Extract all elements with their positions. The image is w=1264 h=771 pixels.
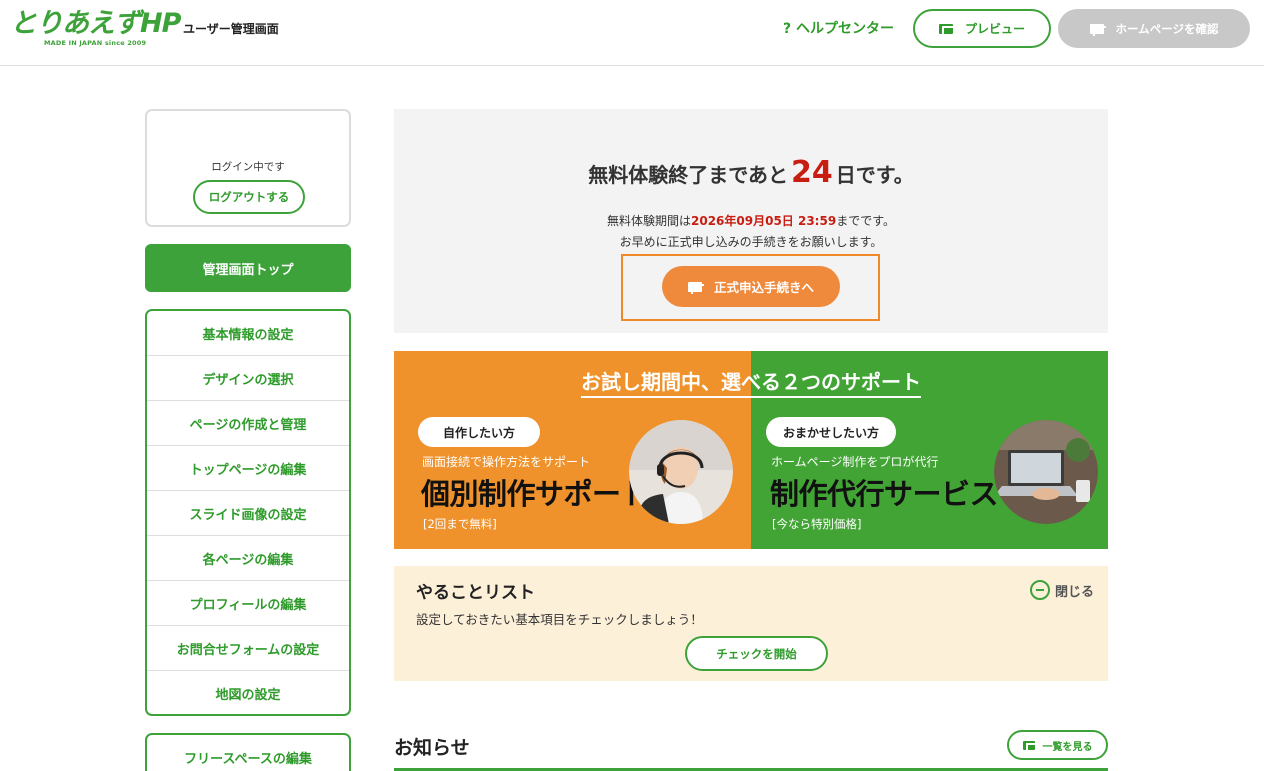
start-check-button[interactable]: チェックを開始	[685, 636, 828, 671]
support-delegate-pill: おまかせしたい方	[766, 417, 896, 447]
site-logo[interactable]: とりあえずHP MADE IN JAPAN since 2009	[10, 8, 181, 52]
trial-title-prefix: 無料体験終了まであと	[588, 163, 789, 187]
support-self-note: [2回まで無料]	[423, 517, 497, 531]
top-header: とりあえずHP MADE IN JAPAN since 2009 ユーザー管理画…	[0, 0, 1264, 66]
trial-countdown: 無料体験終了まであと 24 日です。	[394, 155, 1108, 190]
window-icon	[687, 281, 704, 294]
news-title: お知らせ	[394, 737, 470, 759]
trial-days-left: 24	[791, 155, 833, 190]
trial-notice: 無料体験終了まであと 24 日です。 無料体験期間は2026年09月05日 23:5…	[394, 109, 1108, 333]
todo-description: 設定しておきたい基本項目をチェックしましょう！	[416, 612, 703, 627]
support-delegate-name: 制作代行サービス	[770, 477, 999, 511]
sidebar-item-each-page[interactable]: 各ページの編集	[147, 536, 349, 581]
todo-title: やることリスト	[416, 583, 535, 603]
minus-circle-icon	[1030, 580, 1050, 600]
view-homepage-button[interactable]: ホームページを確認	[1058, 9, 1250, 48]
sidebar-item-top-page[interactable]: トップページの編集	[147, 446, 349, 491]
operator-photo	[629, 420, 733, 524]
sidebar-item-basic-info[interactable]: 基本情報の設定	[147, 311, 349, 356]
screen-title: ユーザー管理画面	[183, 22, 279, 36]
logo-text: とりあえずHP	[10, 8, 181, 39]
sidebar-item-slide-images[interactable]: スライド画像の設定	[147, 491, 349, 536]
support-banner[interactable]: 自作したい方 画面接続で操作方法をサポート 個別制作サポート [2回まで無料] …	[394, 351, 1108, 549]
todo-close-label: 閉じる	[1055, 584, 1095, 600]
view-homepage-label: ホームページを確認	[1115, 21, 1219, 36]
trial-period: 無料体験期間は2026年09月05日 23:59までです。	[394, 212, 1108, 229]
login-status-box: ログイン中です ログアウトする	[145, 109, 351, 227]
support-delegate-note: [今なら特別価格]	[772, 517, 862, 531]
help-center-link[interactable]: ? ヘルプセンター	[783, 18, 894, 38]
login-status-text: ログイン中です	[211, 161, 285, 173]
sidebar-item-contact-form[interactable]: お問合せフォームの設定	[147, 626, 349, 671]
logo-tagline: MADE IN JAPAN since 2009	[44, 39, 147, 47]
preview-button[interactable]: プレビュー	[913, 9, 1051, 48]
window-icon	[1089, 23, 1106, 36]
support-title-text: お試し期間中、選べる２つのサポート	[581, 370, 921, 398]
view-all-news-button[interactable]: 一覧を見る	[1007, 730, 1108, 760]
support-self-subtitle: 画面接続で操作方法をサポート	[422, 455, 591, 469]
trial-request: お早めに正式申し込みの手続きをお願いします。	[619, 235, 883, 249]
support-title: お試し期間中、選べる２つのサポート	[394, 366, 1108, 398]
window-icon	[1022, 740, 1037, 752]
view-all-label: 一覧を見る	[1042, 741, 1093, 753]
trial-title-suffix: 日です。	[835, 163, 914, 187]
trial-period-suffix: までです。	[836, 214, 895, 228]
window-icon	[938, 23, 955, 36]
todo-close-button[interactable]: 閉じる	[1030, 580, 1094, 600]
apply-label: 正式申込手続きへ	[713, 280, 814, 295]
support-self-name: 個別制作サポート	[421, 477, 650, 511]
support-self-pill: 自作したい方	[418, 417, 540, 447]
sidebar-item-free-space[interactable]: フリースペースの編集	[147, 735, 349, 771]
support-delegate-subtitle: ホームページ制作をプロが代行	[771, 455, 939, 469]
trial-period-prefix: 無料体験期間は	[606, 214, 691, 228]
sidebar-item-design[interactable]: デザインの選択	[147, 356, 349, 401]
sidebar-item-profile[interactable]: プロフィールの編集	[147, 581, 349, 626]
admin-top-button[interactable]: 管理画面トップ	[145, 244, 351, 292]
trial-deadline: 2026年09月05日 23:59	[691, 214, 837, 228]
sidebar-item-map[interactable]: 地図の設定	[147, 671, 349, 714]
logout-button[interactable]: ログアウトする	[193, 180, 305, 214]
laptop-photo	[994, 420, 1098, 524]
apply-button[interactable]: 正式申込手続きへ	[662, 266, 840, 307]
sidebar-nav-secondary: フリースペースの編集	[145, 733, 351, 771]
sidebar-item-pages[interactable]: ページの作成と管理	[147, 401, 349, 446]
preview-label: プレビュー	[964, 22, 1025, 36]
todo-panel: やることリスト 設定しておきたい基本項目をチェックしましょう！ 閉じる チェック…	[394, 566, 1108, 681]
sidebar-nav: 基本情報の設定 デザインの選択 ページの作成と管理 トップページの編集 スライド…	[145, 309, 351, 716]
